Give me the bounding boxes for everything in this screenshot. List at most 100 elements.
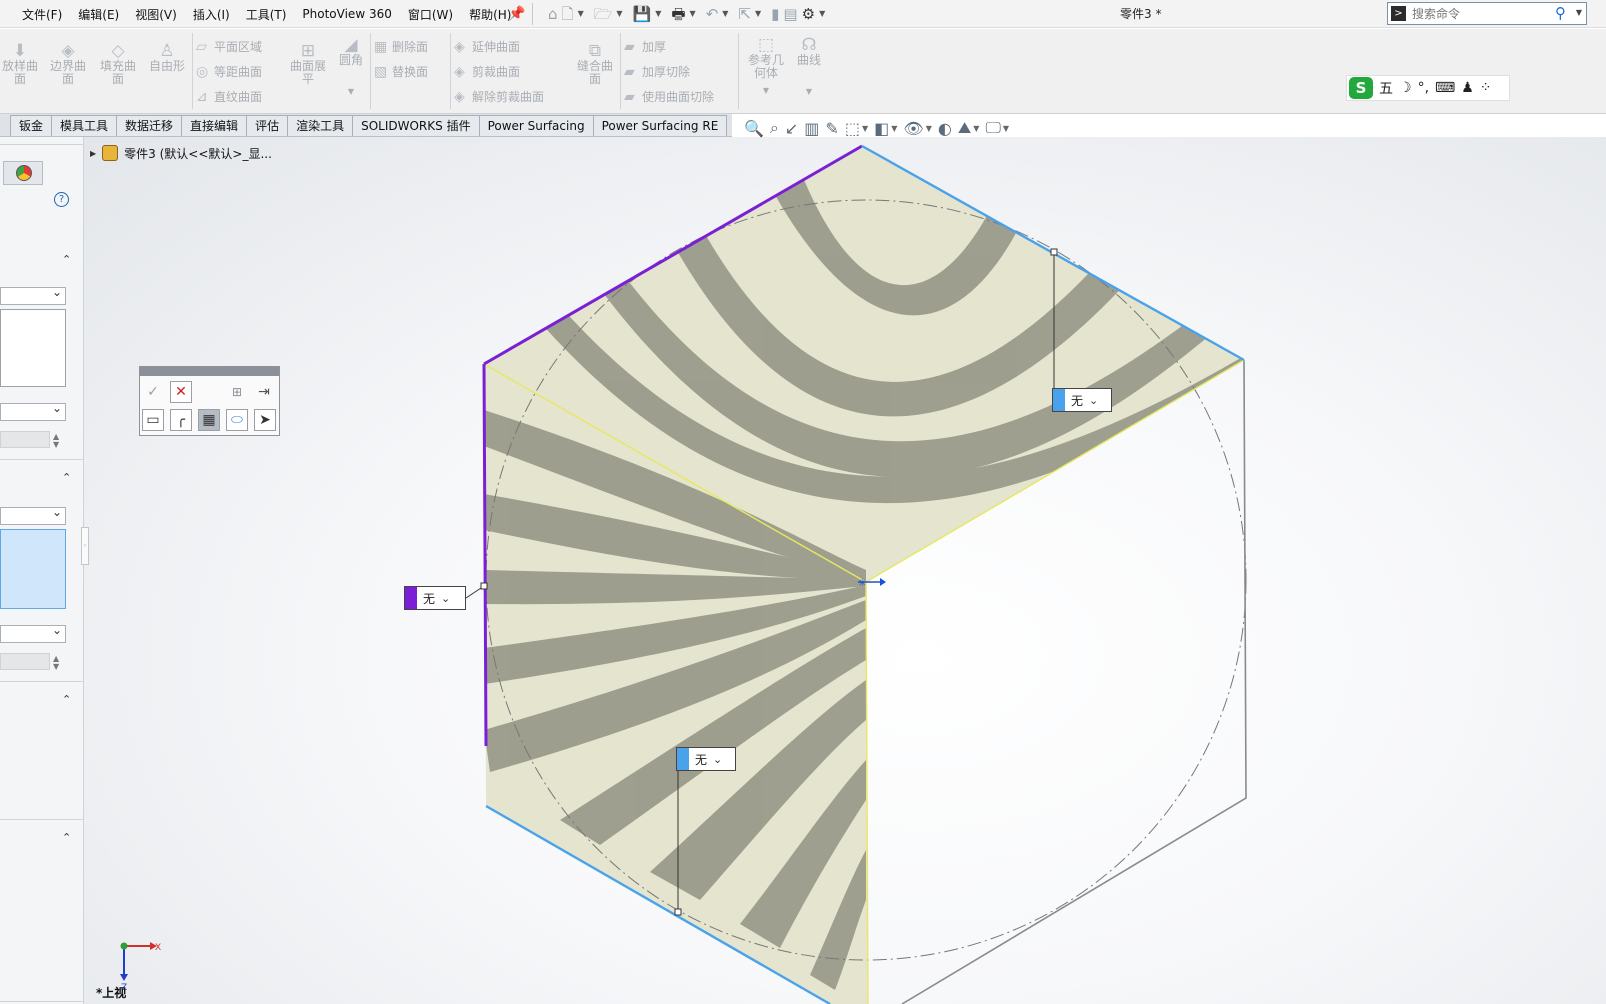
cancel-x-icon[interactable]: ✕ xyxy=(170,381,192,403)
select-arrow-icon[interactable]: ⇱ xyxy=(738,4,751,24)
untrim-surface-button[interactable]: ◈ 解除剪裁曲面 xyxy=(454,88,544,105)
chevron-down-icon[interactable]: ▼ xyxy=(1576,8,1582,17)
chevron-down-icon[interactable]: ▼ xyxy=(891,124,897,133)
delete-face-button[interactable]: ▦ 删除面 xyxy=(374,38,428,55)
curves-button[interactable]: ☊ 曲线 ▼ xyxy=(792,37,826,98)
dynamic-annotation-icon[interactable]: ✎ xyxy=(825,119,838,138)
freeform-button[interactable]: ♙ 自由形 xyxy=(146,43,188,73)
fillet-button[interactable]: ◢ 圆角 ▼ xyxy=(334,37,368,98)
dropdown-select[interactable] xyxy=(0,623,66,643)
loft-surface-button[interactable]: ⬇ 放样曲面 xyxy=(0,43,40,86)
print-icon[interactable]: 🖶 xyxy=(671,4,685,24)
file-properties-icon[interactable]: ▤ xyxy=(783,4,797,24)
pointer-icon[interactable]: ➤ xyxy=(254,409,276,431)
user-icon[interactable]: ♟ xyxy=(1461,80,1474,96)
surface-flatten-button[interactable]: ⊞ 曲面展平 xyxy=(286,43,330,86)
search-icon[interactable]: ⚲ xyxy=(1555,4,1566,22)
handle-square[interactable] xyxy=(1050,248,1058,256)
menu-tools[interactable]: 工具(T) xyxy=(238,6,295,23)
new-document-icon[interactable]: 🗋 xyxy=(562,4,574,24)
tab-render-tools[interactable]: 渲染工具 xyxy=(287,115,354,136)
chevron-down-icon[interactable]: ▼ xyxy=(862,124,868,133)
pin-toolbar-icon[interactable]: ⇥ xyxy=(253,381,275,403)
undo-icon[interactable]: ↶ xyxy=(706,4,719,24)
spinner-arrows-icon[interactable]: ▲ ▼ xyxy=(53,655,59,671)
zoom-to-fit-icon[interactable]: 🔍 xyxy=(744,119,764,138)
corner-tool-icon[interactable]: ╭ xyxy=(170,409,192,431)
chevron-down-icon[interactable]: ▼ xyxy=(819,4,825,24)
thicken-button[interactable]: ▰ 加厚 xyxy=(624,38,666,55)
dropdown-select[interactable] xyxy=(0,401,66,421)
collapse-caret-icon[interactable]: ⌃ xyxy=(62,471,71,484)
edge-condition-callout-right[interactable]: 无 ⌄ xyxy=(1052,388,1112,412)
moon-icon[interactable]: ☽ xyxy=(1399,80,1412,96)
filled-surface-button[interactable]: ◇ 填充曲面 xyxy=(96,43,140,86)
edge-condition-callout-bottom[interactable]: 无 ⌄ xyxy=(676,747,736,771)
tab-mold-tools[interactable]: 模具工具 xyxy=(51,115,118,136)
menu-file[interactable]: 文件(F) xyxy=(14,6,70,23)
menu-window[interactable]: 窗口(W) xyxy=(400,6,461,23)
handle-square[interactable] xyxy=(480,582,488,590)
menu-photoview[interactable]: PhotoView 360 xyxy=(294,7,399,21)
selected-edge-purple[interactable] xyxy=(482,363,488,747)
planar-surface-button[interactable]: ▱ 平面区域 xyxy=(196,38,262,55)
ruled-surface-button[interactable]: ⊿ 直纹曲面 xyxy=(196,88,262,105)
origin-marker[interactable]: ✳ xyxy=(858,578,886,589)
tab-evaluate[interactable]: 评估 xyxy=(246,115,289,136)
reference-geometry-button[interactable]: ⬚ 参考几何体 ▼ xyxy=(744,37,788,97)
view-settings-icon[interactable]: 🖵 xyxy=(985,118,1000,138)
dropdown-select[interactable] xyxy=(0,285,66,305)
tab-power-surfacing[interactable]: Power Surfacing xyxy=(478,115,594,136)
chevron-down-icon[interactable]: ▼ xyxy=(334,85,368,98)
collapse-caret-icon[interactable]: ⌃ xyxy=(62,253,71,266)
rebuild-icon[interactable]: ▮ xyxy=(771,4,779,24)
chevron-down-icon[interactable]: ▼ xyxy=(722,4,728,24)
chevron-down-icon[interactable]: ▼ xyxy=(926,124,932,133)
handle-square[interactable] xyxy=(674,908,682,916)
tab-sheet-metal[interactable]: 钣金 xyxy=(10,115,53,136)
grid-tool-icon[interactable]: ⊞ xyxy=(226,381,248,403)
toolbar-grip[interactable] xyxy=(140,367,279,376)
display-style-icon[interactable]: ◧ xyxy=(874,119,889,138)
numeric-field[interactable] xyxy=(0,431,50,448)
view-orientation-icon[interactable]: ⬚ xyxy=(845,119,860,138)
chevron-down-icon[interactable]: ▼ xyxy=(755,4,761,24)
dropdown-select[interactable] xyxy=(0,505,66,525)
edit-appearance-icon[interactable]: ◐ xyxy=(938,119,952,138)
selection-list-active[interactable] xyxy=(0,529,66,609)
section-view-icon[interactable]: ▥ xyxy=(804,119,819,138)
tab-power-surfacing-re[interactable]: Power Surfacing RE xyxy=(592,115,728,136)
home-icon[interactable]: ⌂ xyxy=(548,4,558,24)
ime-toolbar[interactable]: S 五 ☽ °, ⌨ ♟ ⁘ xyxy=(1346,75,1510,101)
keyboard-icon[interactable]: ⌨ xyxy=(1435,80,1455,96)
apps-icon[interactable]: ⁘ xyxy=(1480,80,1492,96)
replace-face-button[interactable]: ▧ 替换面 xyxy=(374,63,428,80)
chevron-down-icon[interactable]: ▼ xyxy=(616,4,622,24)
feature-tree-breadcrumb[interactable]: ▶ 零件3 (默认<<默认>_显... xyxy=(90,144,272,162)
offset-surface-button[interactable]: ◎ 等距曲面 xyxy=(196,63,262,80)
previous-view-icon[interactable]: ↙ xyxy=(785,119,798,138)
ok-check-icon[interactable]: ✓ xyxy=(142,381,164,403)
help-icon[interactable]: ? xyxy=(54,192,69,207)
chevron-down-icon[interactable]: ▼ xyxy=(578,4,584,24)
edge-condition-callout-left[interactable]: 无 ⌄ xyxy=(404,586,466,610)
chevron-down-icon[interactable]: ⌄ xyxy=(1089,394,1102,407)
tab-solidworks-addins[interactable]: SOLIDWORKS 插件 xyxy=(352,115,480,136)
command-search[interactable]: > ⚲ ▼ xyxy=(1387,2,1587,25)
search-input[interactable] xyxy=(1412,5,1547,22)
surface-cut-button[interactable]: ▰ 使用曲面切除 xyxy=(624,88,714,105)
chevron-down-icon[interactable]: ▼ xyxy=(792,85,826,98)
menu-edit[interactable]: 编辑(E) xyxy=(70,6,127,23)
zoom-to-area-icon[interactable]: ⌕ xyxy=(770,118,779,138)
graphics-area[interactable]: ✳ xyxy=(84,137,1606,1004)
thicken-cut-button[interactable]: ▰ 加厚切除 xyxy=(624,63,690,80)
part-label[interactable]: 零件3 (默认<<默认>_显... xyxy=(124,145,272,162)
save-icon[interactable]: 💾 xyxy=(633,4,652,24)
appearance-tab[interactable] xyxy=(3,161,43,185)
panel-splitter-handle[interactable]: ◦ xyxy=(81,527,89,565)
pin-icon[interactable]: 📌 xyxy=(508,6,525,22)
apply-scene-icon[interactable]: ⛰ xyxy=(958,118,971,138)
expand-arrow-icon[interactable]: ▶ xyxy=(90,149,96,158)
collapse-caret-icon[interactable]: ⌃ xyxy=(62,693,71,706)
selection-list[interactable] xyxy=(0,309,66,387)
